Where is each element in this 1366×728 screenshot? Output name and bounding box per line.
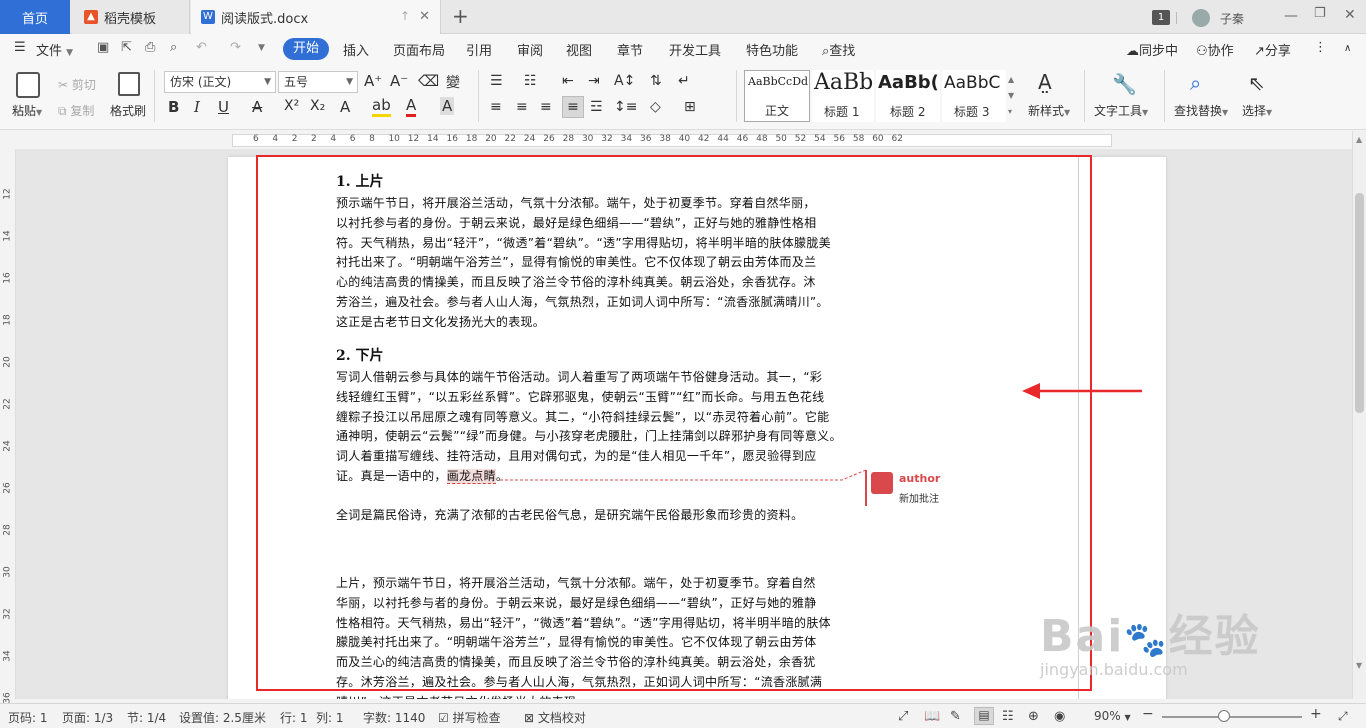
chevron-down-icon: ▼ [1124,713,1131,722]
scroll-thumb[interactable] [1355,193,1364,413]
proofread-icon: ⊠ [524,711,535,725]
baidu-watermark: Bai🐾经验 jingyan.baidu.com [1040,600,1261,679]
status-page-no[interactable]: 页码: 1 [8,709,48,726]
vertical-scrollbar[interactable]: ▲ ▼ [1352,131,1366,699]
status-bar: 页码: 1 页面: 1/3 节: 1/4 设置值: 2.5厘米 行: 1 列: … [0,703,1366,728]
fullscreen-icon[interactable]: ⤢ [898,709,908,724]
expand-icon[interactable]: ⤢ [1338,709,1348,724]
zoom-level[interactable]: 90% ▼ [1094,709,1131,723]
zoom-value: 90% [1094,709,1121,723]
watermark-brand: Bai [1040,611,1125,662]
edit-mode-icon[interactable]: ✎ [950,709,961,724]
page-view-icon[interactable]: ▤ [974,707,994,725]
status-page-of[interactable]: 页面: 1/3 [62,709,113,726]
paw-icon: 🐾 [1124,620,1169,660]
zoom-slider[interactable] [1162,716,1302,718]
outline-view-icon[interactable]: ☷ [1002,709,1014,724]
proofread-button[interactable]: ⊠ 文档校对 [524,709,586,726]
spell-check-button[interactable]: ☑ 拼写检查 [438,709,501,726]
watermark-brand2: 经验 [1168,611,1261,662]
status-words[interactable]: 字数: 1140 [363,709,425,726]
status-col[interactable]: 列: 1 [316,709,344,726]
web-view-icon[interactable]: ⊕ [1028,709,1039,724]
zoom-slider-handle[interactable] [1218,710,1230,722]
proofread-label: 文档校对 [537,711,586,725]
status-setting[interactable]: 设置值: 2.5厘米 [179,709,266,726]
zoom-in-icon[interactable]: + [1310,706,1322,722]
scroll-up-icon[interactable]: ▲ [1356,135,1362,144]
highlight-frame [256,155,1092,691]
spell-check-icon: ☑ [438,711,449,725]
status-section[interactable]: 节: 1/4 [127,709,166,726]
eye-care-icon[interactable]: ◉ [1054,709,1065,724]
spell-check-label: 拼写检查 [452,711,501,725]
scroll-down-icon[interactable]: ▼ [1356,661,1362,670]
read-mode-icon[interactable]: 📖 [924,709,940,724]
zoom-out-icon[interactable]: − [1142,706,1154,722]
status-line[interactable]: 行: 1 [280,709,308,726]
